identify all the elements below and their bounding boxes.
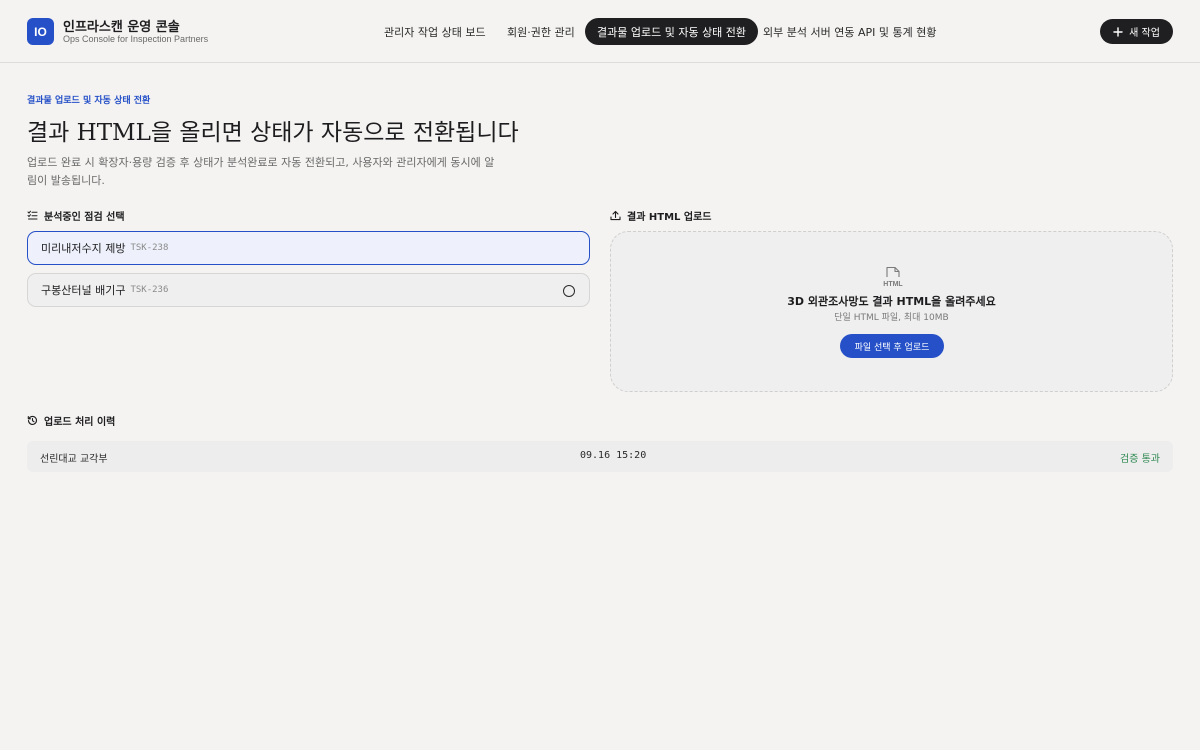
app-subtitle: Ops Console for Inspection Partners [63,34,209,44]
history-icon [27,415,37,425]
select-file-upload-button[interactable]: 파일 선택 후 업로드 [840,334,944,358]
app-header: IO 인프라스캔 운영 콘솔 Ops Console for Inspectio… [0,0,1200,63]
history-row: 선린대교 교각부 09.16 15:20 검증 통과 [27,441,1173,472]
dropzone-subtitle: 단일 HTML 파일, 최대 10MB [834,313,949,323]
history-row-status: 검증 통과 [1120,454,1160,465]
upload-icon [610,210,621,221]
nav-item-member-permissions[interactable]: 회원·권한 관리 [495,18,587,45]
nav-item-result-upload[interactable]: 결과물 업로드 및 자동 상태 전환 [585,18,759,45]
new-task-label: 새 작업 [1129,28,1160,39]
task-card-selected[interactable]: 미리내저수지 제방 TSK-238 [27,231,590,265]
history-heading: 업로드 처리 이력 [27,413,115,428]
page-eyebrow: 결과물 업로드 및 자동 상태 전환 [27,96,151,106]
new-task-button[interactable]: 새 작업 [1100,19,1173,44]
task-name: 구봉산터널 배기구 [41,284,126,297]
task-select-heading: 분석중인 점검 선택 [27,208,125,223]
history-row-name: 선린대교 교각부 [40,454,108,465]
upload-label: 결과 HTML 업로드 [627,212,712,223]
checklist-icon [27,210,38,220]
dropzone-title: 3D 외관조사망도 결과 HTML을 올려주세요 [787,295,996,308]
task-code: TSK-238 [130,243,169,253]
upload-dropzone[interactable]: HTML 3D 외관조사망도 결과 HTML을 올려주세요 단일 HTML 파일… [610,231,1173,392]
page-description: 업로드 완료 시 확장자·용량 검증 후 상태가 분석완료로 자동 전환되고, … [27,156,495,187]
nav-item-admin-board[interactable]: 관리자 작업 상태 보드 [372,18,498,45]
html-file-icon: HTML [881,266,905,292]
task-radio[interactable] [563,285,575,297]
history-row-time: 09.16 15:20 [580,450,647,461]
history-label: 업로드 처리 이력 [44,417,116,428]
app-title: 인프라스캔 운영 콘솔 [63,20,180,35]
task-name: 미리내저수지 제방 [41,242,126,255]
app-logo: IO [27,18,54,45]
nav-item-external-api-stats[interactable]: 외부 분석 서버 연동 API 및 통계 현황 [751,18,948,45]
task-card[interactable]: 구봉산터널 배기구 TSK-236 [27,273,590,307]
html-file-icon-label: HTML [883,281,903,288]
page-title: 결과 HTML을 올리면 상태가 자동으로 전환됩니다 [27,120,519,146]
plus-icon [1113,26,1123,37]
task-select-label: 분석중인 점검 선택 [44,212,125,223]
task-code: TSK-236 [130,285,169,295]
upload-heading: 결과 HTML 업로드 [610,208,711,223]
